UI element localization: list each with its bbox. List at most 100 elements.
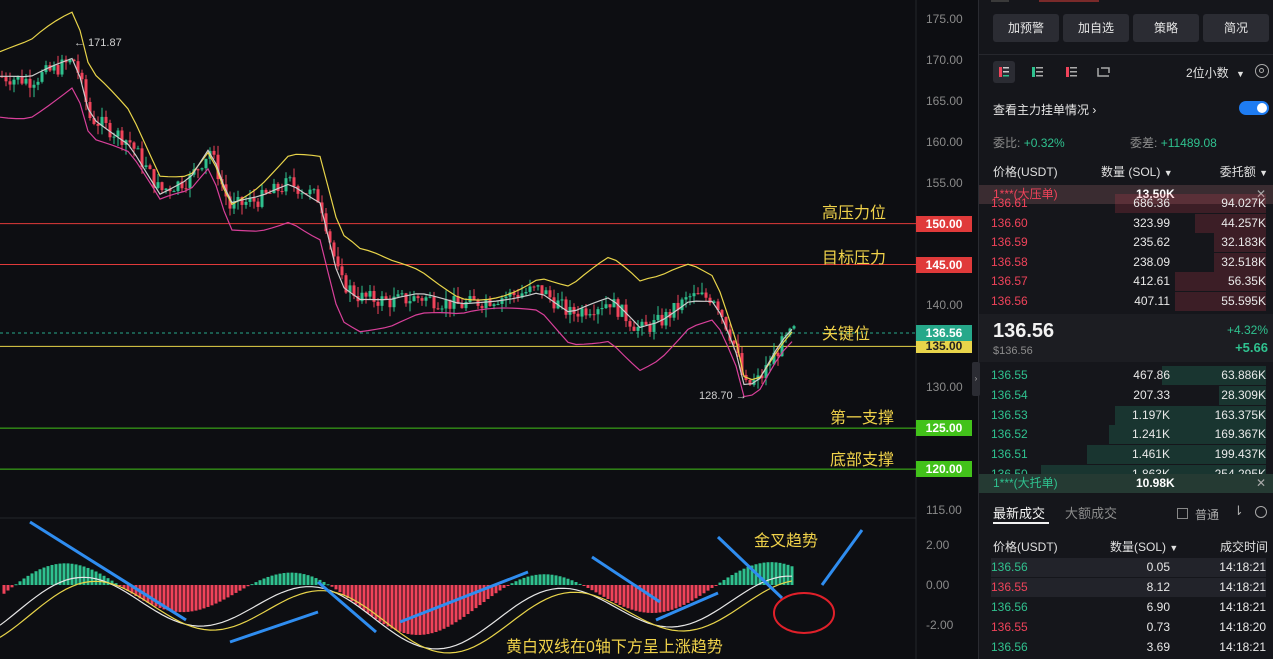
overview-button[interactable]: 简况 (1203, 14, 1269, 42)
trade-header-qty[interactable]: 数量(SOL) ▼ (1110, 538, 1178, 555)
bid-row[interactable]: 136.54 207.33 28.309K (991, 385, 1266, 405)
trade-row[interactable]: 136.55 0.73 14:18:20 (991, 618, 1266, 637)
decimals-select[interactable]: 2位小数 ▼ (1186, 64, 1245, 81)
trade-row[interactable]: 136.55 8.12 14:18:21 (991, 578, 1266, 597)
candle-body (136, 148, 140, 150)
book-header-total[interactable]: 委托额 ▼ (1220, 163, 1268, 180)
bids-only-view-icon[interactable] (1027, 61, 1049, 83)
candle-body (172, 191, 176, 193)
candle-body (480, 305, 484, 309)
macd-bar (574, 582, 578, 585)
candle-body (436, 308, 440, 310)
strategy-button[interactable]: 策略 (1133, 14, 1199, 42)
macd-bar (74, 564, 78, 585)
book-qty: 238.09 (1133, 254, 1170, 269)
add-alert-button[interactable]: 加预警 (993, 14, 1059, 42)
both-book-view-icon[interactable] (993, 61, 1015, 83)
bid-row[interactable]: 136.55 467.86 63.886K (991, 366, 1266, 385)
candle-body (300, 193, 304, 195)
candle-body (312, 189, 316, 191)
macd-bar (202, 585, 206, 609)
settings-gear-icon[interactable] (1255, 64, 1269, 78)
candle-body (112, 136, 116, 138)
candle-body (504, 296, 508, 299)
candle-body (80, 72, 84, 80)
book-total: 169.367K (1214, 427, 1266, 442)
candle-body (592, 314, 596, 316)
candle-body (700, 292, 704, 295)
ask-row[interactable]: 136.58 238.09 32.518K (991, 252, 1266, 272)
macd-bar (266, 576, 270, 585)
macd-bar (478, 585, 482, 606)
candle-body (440, 308, 444, 310)
bid-row[interactable]: 136.51 1.461K 199.437K (991, 445, 1266, 465)
book-qty: 1.197K (1131, 407, 1170, 422)
candle-body (636, 327, 640, 331)
trade-row[interactable]: 136.56 3.69 14:18:21 (991, 638, 1266, 657)
trade-settings-gear-icon[interactable] (1255, 506, 1267, 518)
book-header-qty[interactable]: 数量 (SOL) ▼ (1101, 163, 1173, 180)
big-buy-order-row[interactable]: 1***(大托单) 10.98K ✕ (979, 474, 1273, 493)
close-icon[interactable]: ✕ (1256, 474, 1266, 493)
price-axis-tick: 160.00 (926, 134, 963, 149)
macd-bar (398, 585, 402, 632)
book-total: 55.595K (1221, 294, 1266, 308)
macd-bar (554, 575, 558, 585)
ask-row[interactable]: 136.59 235.62 32.183K (991, 233, 1266, 253)
asks-only-view-icon[interactable] (1061, 61, 1083, 83)
trade-header-time: 成交时间 (1219, 540, 1268, 554)
macd-bar (470, 585, 474, 612)
macd-bar (522, 577, 526, 585)
macd-axis-tick: 0.00 (926, 578, 950, 592)
macd-bar (282, 573, 286, 585)
macd-bar (174, 585, 178, 612)
book-price: 136.60 (991, 215, 1028, 230)
book-qty: 323.99 (1133, 215, 1170, 230)
golden-cross-circle (773, 592, 835, 634)
candle-body (340, 266, 344, 276)
tab-latest-trades[interactable]: 最新成交 (993, 503, 1045, 522)
big-buy-label: 1***(大托单) (993, 476, 1058, 490)
high-price-marker: ← 171.87 (74, 37, 122, 49)
ask-row[interactable]: 136.60 323.99 44.257K (991, 213, 1266, 233)
price-chart[interactable]: ← 171.87 128.70 → 175.00 170.00 165.00 160.… (0, 0, 978, 659)
trade-row[interactable]: 136.56 6.90 14:18:21 (991, 598, 1266, 617)
ask-row[interactable]: 136.56 407.11 55.595K (991, 292, 1266, 311)
level-label-first-support: 第一支撑 (830, 410, 895, 427)
trade-qty: 6.90 (1146, 600, 1170, 614)
book-total: 56.35K (1227, 274, 1266, 289)
depth-view-icon[interactable] (1093, 61, 1115, 83)
macd-bar (714, 585, 718, 586)
candle-body (576, 313, 580, 317)
macd-bar (674, 585, 678, 609)
main-order-toggle[interactable] (1239, 101, 1269, 115)
candle-body (252, 197, 256, 202)
collapse-panel-handle[interactable]: › (972, 362, 980, 396)
main-order-link[interactable]: 查看主力挂单情况 › (993, 101, 1096, 118)
candle-body (160, 182, 164, 191)
level-label-key: 关键位 (822, 326, 871, 343)
macd-bar (206, 585, 210, 607)
candle-body (692, 293, 696, 297)
filter-icon[interactable]: ⇂ (1233, 503, 1244, 519)
macd-bar (746, 566, 750, 585)
candle-body (648, 324, 652, 332)
book-total: 28.309K (1221, 387, 1266, 402)
ask-row[interactable]: 136.61 686.36 94.027K (991, 194, 1266, 213)
bid-row[interactable]: 136.52 1.241K 169.367K (991, 425, 1266, 445)
macd-bar (658, 585, 662, 613)
normal-checkbox[interactable] (1177, 508, 1188, 519)
candle-body (212, 150, 216, 155)
trade-row[interactable]: 136.56 0.05 14:18:21 (991, 558, 1266, 577)
candle-body (244, 201, 248, 205)
trade-time: 14:18:21 (1219, 600, 1266, 614)
ask-row[interactable]: 136.57 412.61 56.35K (991, 272, 1266, 292)
book-total: 199.437K (1214, 447, 1266, 462)
macd-bar (454, 585, 458, 623)
macd-bar (458, 585, 462, 620)
add-watchlist-button[interactable]: 加自选 (1063, 14, 1129, 42)
macd-bar (78, 565, 82, 585)
tab-large-trades[interactable]: 大额成交 (1065, 503, 1117, 522)
bid-row[interactable]: 136.53 1.197K 163.375K (991, 405, 1266, 425)
macd-bar (298, 573, 302, 585)
